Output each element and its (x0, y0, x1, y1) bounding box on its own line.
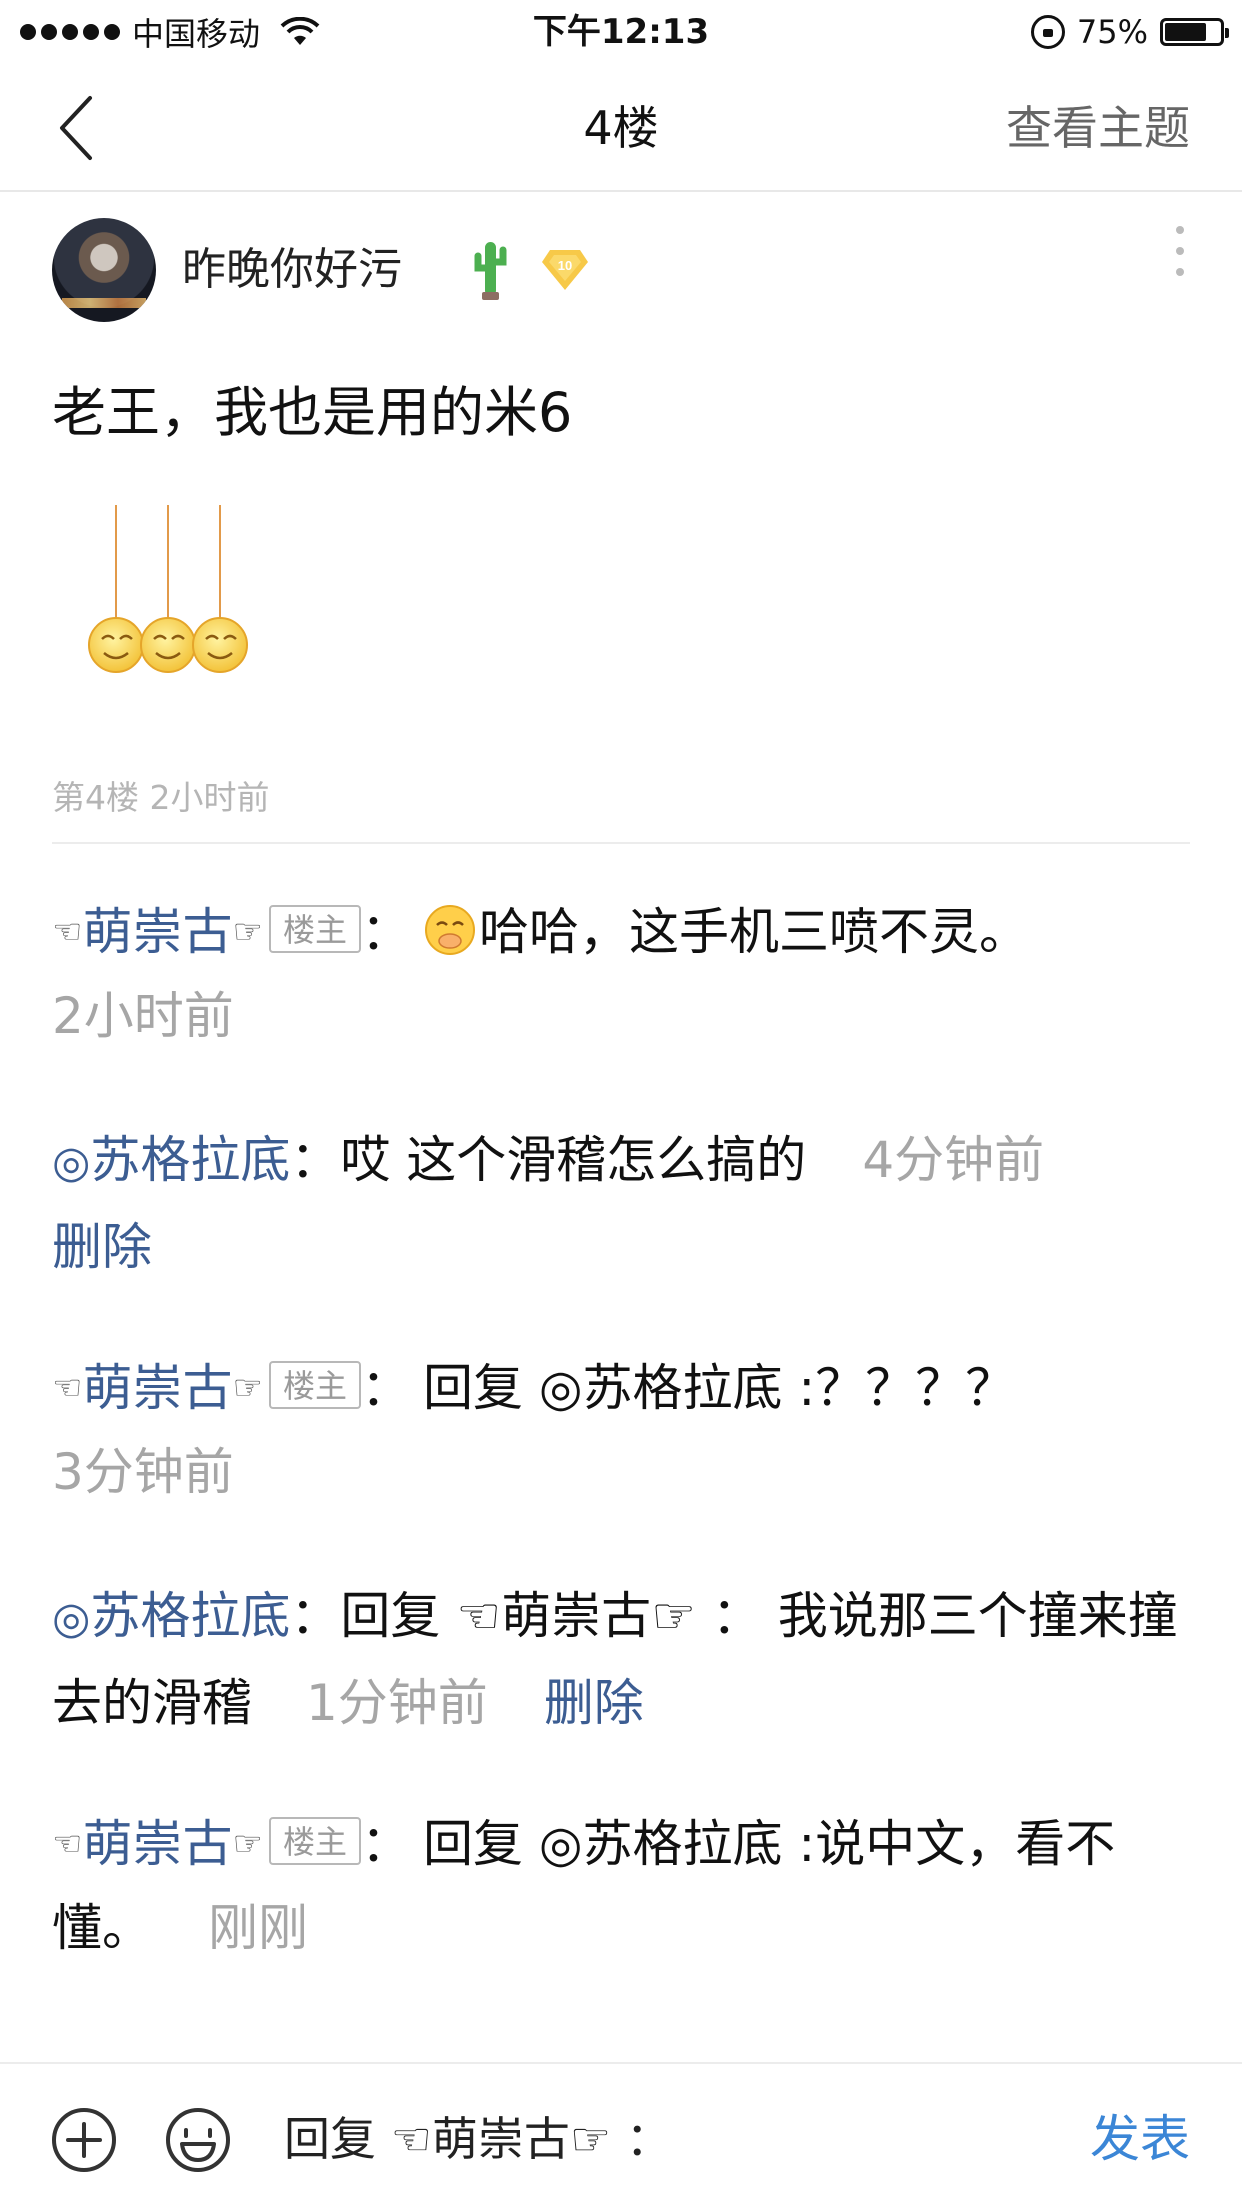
post-floor-meta: 第4楼 2小时前 (52, 778, 270, 817)
post-content: 老王，我也是用的米6 (52, 381, 573, 444)
reply-item: ◎苏格拉底：哎 这个滑稽怎么搞的 4分钟前 删除 (52, 1118, 1192, 1289)
hanging-funny-face-sticker (88, 505, 248, 673)
view-topic-button[interactable]: 查看主题 (1006, 64, 1190, 192)
pointing-left-hand-icon: ☜ (52, 1824, 83, 1864)
pointing-right-hand-icon: ☞ (232, 1824, 263, 1864)
bullseye-icon: ◎ (52, 1137, 91, 1188)
post-username[interactable]: 昨晚你好污 (182, 218, 402, 322)
reply-time: 2小时前 (52, 987, 234, 1045)
reply-colon: ： (290, 1587, 341, 1645)
cactus-icon (474, 242, 507, 300)
delete-reply-button[interactable]: 删除 (52, 1218, 152, 1276)
reply-time: 刚刚 (208, 1899, 308, 1957)
reply-time: 1分钟前 (306, 1674, 488, 1732)
reply-item: ☜萌崇古☞ 楼主： 哈哈，这手机三喷不灵。 2小时前 (52, 890, 1192, 1058)
pointing-right-hand-icon: ☞ (232, 1368, 263, 1408)
battery-percent: 75% (1076, 13, 1148, 51)
reply-item: ☜萌崇古☞ 楼主：回复 ◎苏格拉底 :？？？？ 3分钟前 (52, 1346, 1192, 1514)
op-tag: 楼主 (268, 1361, 361, 1409)
add-attachment-button[interactable] (50, 2106, 118, 2174)
post-header: 昨晚你好污 10 (52, 218, 1202, 322)
reply-username[interactable]: 萌崇古 (82, 903, 232, 961)
pointing-left-hand-icon: ☜ (52, 912, 83, 952)
reply-text: 回复 ◎苏格拉底 :？？？？ (422, 1359, 1016, 1417)
level-number: 10 (558, 258, 572, 273)
reply-username[interactable]: 萌崇古 (82, 1815, 232, 1873)
bullseye-icon: ◎ (52, 1593, 91, 1644)
op-tag: 楼主 (268, 1817, 361, 1865)
reply-colon: ： (360, 1815, 411, 1873)
status-bar: 中国移动 下午12:13 75% (0, 0, 1242, 64)
reply-input[interactable]: 回复 ☜萌崇古☞ ： (284, 2094, 1064, 2184)
reply-item: ☜萌崇古☞ 楼主：回复 ◎苏格拉底 :说中文，看不懂。 刚刚 (52, 1802, 1192, 1970)
more-options-icon[interactable] (1168, 226, 1192, 276)
avatar[interactable] (52, 218, 156, 322)
pointing-right-hand-icon: ☞ (232, 912, 263, 952)
covering-mouth-emoji-icon (424, 905, 475, 955)
reply-colon: ： (360, 1359, 411, 1417)
reply-composer-bar: 回复 ☜萌崇古☞ ： 发表 (0, 2062, 1242, 2208)
reply-text: 哈哈，这手机三喷不灵。 (478, 903, 1029, 961)
reply-username[interactable]: 苏格拉底 (90, 1131, 290, 1189)
reply-item: ◎苏格拉底：回复 ☜萌崇古☞ ： 我说那三个撞来撞去的滑稽 1分钟前 删除 (52, 1574, 1192, 1745)
pointing-left-hand-icon: ☜ (52, 1368, 83, 1408)
rotation-lock-icon (1030, 15, 1065, 49)
emoji-picker-button[interactable] (164, 2106, 232, 2174)
reply-username[interactable]: 苏格拉底 (90, 1587, 290, 1645)
reply-colon: ： (290, 1131, 341, 1189)
level-badge-icon: 10 (542, 250, 588, 290)
reply-time: 4分钟前 (862, 1131, 1045, 1189)
reply-colon: ： (360, 903, 411, 961)
reply-username[interactable]: 萌崇古 (82, 1359, 232, 1417)
reply-text: 哎 这个滑稽怎么搞的 (340, 1131, 807, 1189)
battery-fill (1165, 23, 1206, 41)
navigation-bar: 4楼 查看主题 (0, 64, 1242, 192)
send-button[interactable]: 发表 (1090, 2094, 1190, 2184)
battery-icon (1160, 18, 1229, 46)
status-right: 75% (1030, 8, 1229, 56)
divider (52, 842, 1190, 844)
op-tag: 楼主 (268, 905, 361, 953)
reply-time: 3分钟前 (52, 1443, 234, 1501)
delete-reply-button[interactable]: 删除 (544, 1674, 644, 1732)
